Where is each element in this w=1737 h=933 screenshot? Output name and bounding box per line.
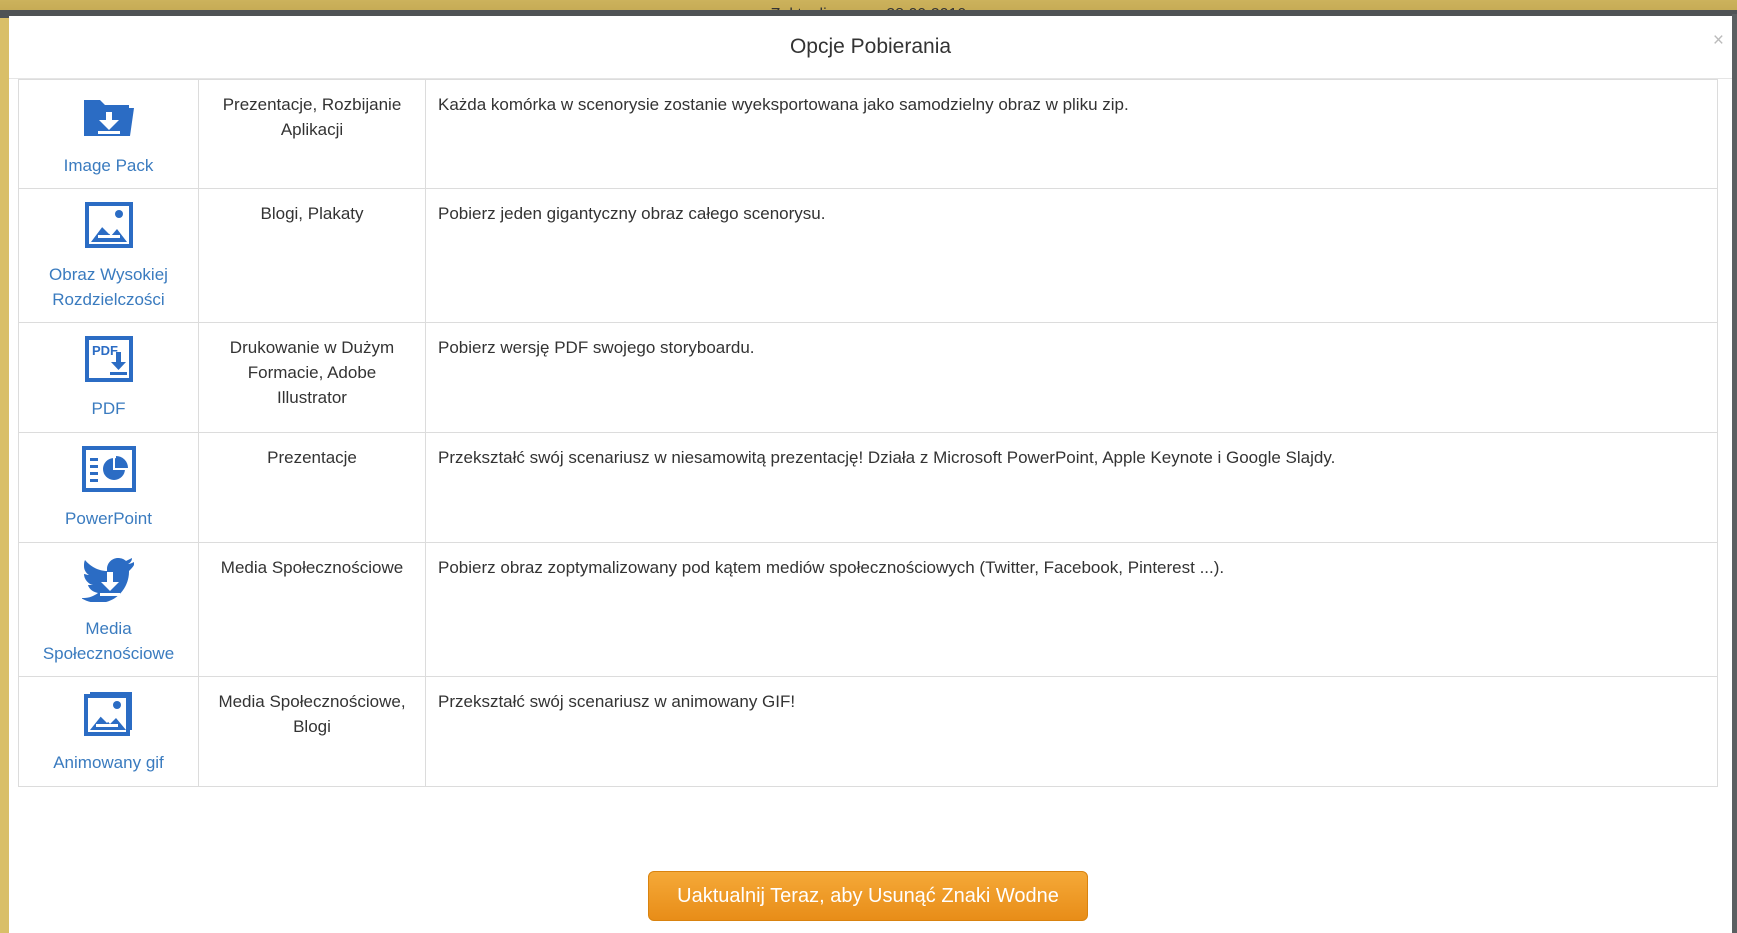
image-download-icon (82, 198, 136, 252)
use-cell: Media Społecznościowe, Blogi (198, 676, 426, 787)
description-cell: Przekształć swój scenariusz w animowany … (425, 676, 1718, 787)
option-label: Media Społecznościowe (42, 619, 175, 663)
use-text: Media Społecznościowe (220, 558, 404, 577)
description-cell: Przekształć swój scenariusz w niesamowit… (425, 432, 1718, 543)
use-cell: Prezentacje (198, 432, 426, 543)
table-row: PDF PDF Drukowanie w Dużym Formacie, Ado… (18, 322, 1718, 433)
description-cell: Pobierz jeden gigantyczny obraz całego s… (425, 188, 1718, 323)
close-button[interactable]: × (1713, 30, 1724, 52)
modal-header: Opcje Pobierania × (9, 16, 1732, 79)
table-row: Media Społecznościowe Media Społeczności… (18, 542, 1718, 677)
pdf-download-icon: PDF (82, 332, 136, 386)
upgrade-now-button[interactable]: Uaktualnij Teraz, aby Usunąć Znaki Wodne (648, 871, 1088, 921)
use-cell: Drukowanie w Dużym Formacie, Adobe Illus… (198, 322, 426, 433)
modal-title: Opcje Pobierania (789, 35, 952, 58)
option-cell: Media Społecznościowe (18, 542, 199, 677)
use-cell: Prezentacje, Rozbijanie Aplikacji (198, 79, 426, 189)
description-text: Przekształć swój scenariusz w niesamowit… (438, 448, 1336, 467)
option-label: Obraz Wysokiej Rozdzielczości (49, 265, 168, 309)
social-media-option[interactable]: Media Społecznościowe (19, 543, 198, 676)
animated-gif-option[interactable]: Animowany gif (19, 677, 198, 785)
use-text: Drukowanie w Dużym Formacie, Adobe Illus… (229, 338, 395, 407)
table-row: Image Pack Prezentacje, Rozbijanie Aplik… (18, 79, 1718, 189)
folder-download-icon (82, 89, 136, 143)
high-resolution-image-option[interactable]: Obraz Wysokiej Rozdzielczości (19, 189, 198, 322)
image-pack-option[interactable]: Image Pack (19, 80, 198, 188)
overlay-right-edge (1732, 14, 1737, 933)
description-text: Pobierz wersję PDF swojego storyboardu. (438, 338, 755, 357)
use-cell: Media Społecznościowe (198, 542, 426, 677)
description-text: Pobierz obraz zoptymalizowany pod kątem … (438, 558, 1225, 577)
table-row: Animowany gif Media Społecznościowe, Blo… (18, 676, 1718, 787)
option-label: PowerPoint (65, 509, 152, 528)
table-row: PowerPoint Prezentacje Przekształć swój … (18, 432, 1718, 543)
table-row: Obraz Wysokiej Rozdzielczości Blogi, Pla… (18, 188, 1718, 323)
powerpoint-option[interactable]: PowerPoint (19, 433, 198, 541)
option-cell: Image Pack (18, 79, 199, 189)
option-cell: Obraz Wysokiej Rozdzielczości (18, 188, 199, 323)
use-text: Media Społecznościowe, Blogi (218, 692, 406, 736)
description-text: Pobierz jeden gigantyczny obraz całego s… (438, 204, 826, 223)
option-label: PDF (91, 399, 126, 418)
option-cell: Animowany gif (18, 676, 199, 787)
option-label: Image Pack (63, 156, 154, 175)
download-options-modal: Opcje Pobierania × Image Pack Prezentacj… (9, 16, 1732, 933)
presentation-icon (81, 442, 136, 496)
animated-gif-icon (82, 686, 136, 740)
description-text: Każda komórka w scenorysie zostanie wyek… (438, 95, 1129, 114)
svg-text:PDF: PDF (92, 343, 118, 358)
description-cell: Każda komórka w scenorysie zostanie wyek… (425, 79, 1718, 189)
twitter-bird-download-icon (81, 552, 136, 606)
download-options-table: Image Pack Prezentacje, Rozbijanie Aplik… (18, 79, 1718, 787)
use-text: Blogi, Plakaty (260, 204, 364, 223)
use-text: Prezentacje, Rozbijanie Aplikacji (222, 95, 402, 139)
use-cell: Blogi, Plakaty (198, 188, 426, 323)
option-label: Animowany gif (53, 753, 164, 772)
description-cell: Pobierz obraz zoptymalizowany pod kątem … (425, 542, 1718, 677)
pdf-option[interactable]: PDF PDF (19, 323, 198, 431)
option-cell: PowerPoint (18, 432, 199, 543)
option-cell: PDF PDF (18, 322, 199, 433)
use-text: Prezentacje (267, 448, 357, 467)
description-text: Przekształć swój scenariusz w animowany … (438, 692, 796, 711)
description-cell: Pobierz wersję PDF swojego storyboardu. (425, 322, 1718, 433)
